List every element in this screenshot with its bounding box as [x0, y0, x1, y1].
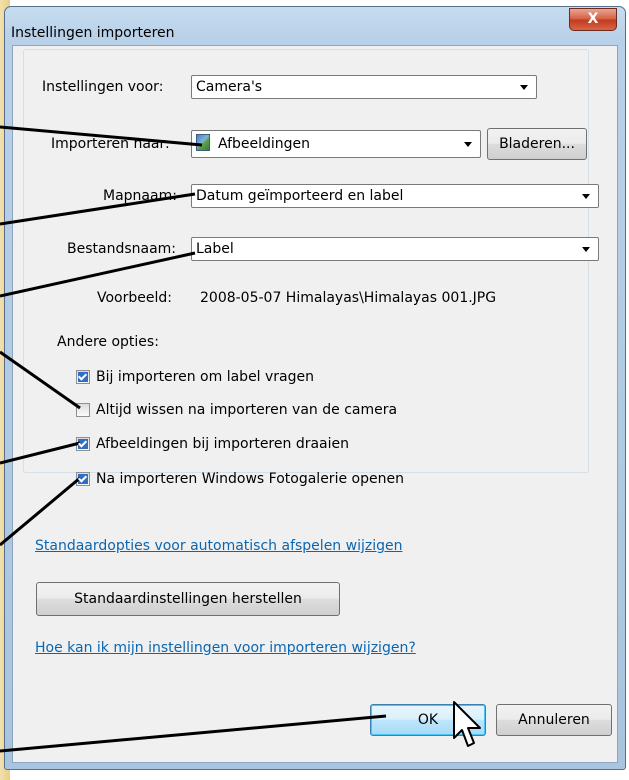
browse-button[interactable]: Bladeren...	[487, 128, 587, 160]
pictures-folder-icon	[196, 134, 210, 151]
folder-name-label: Mapnaam:	[103, 188, 177, 204]
example-value: 2008-05-07 Himalayas\Himalayas 001.JPG	[200, 290, 497, 306]
checkbox[interactable]	[76, 403, 90, 417]
checkbox[interactable]	[76, 437, 90, 451]
settings-for-value: Camera's	[196, 79, 263, 95]
checkbox-label: Altijd wissen na importeren van de camer…	[96, 402, 398, 418]
close-button[interactable]: X	[569, 8, 617, 31]
checkbox[interactable]	[76, 472, 90, 486]
mouse-pointer-icon	[453, 701, 481, 747]
title-bar[interactable]: Instellingen importeren X	[5, 7, 625, 45]
file-name-label: Bestandsnaam:	[67, 241, 177, 257]
checkbox-label: Na importeren Windows Fotogalerie openen	[96, 471, 404, 487]
settings-for-label: Instellingen voor:	[40, 79, 166, 95]
example-label: Voorbeeld:	[97, 290, 172, 306]
close-icon: X	[587, 11, 599, 27]
autoplay-defaults-link[interactable]: Standaardopties voor automatisch afspele…	[35, 538, 402, 554]
cancel-button[interactable]: Annuleren	[496, 704, 612, 736]
checkbox-label: Bij importeren om label vragen	[96, 369, 315, 385]
import-to-dropdown[interactable]: Afbeeldingen	[191, 130, 481, 158]
checkbox-label: Afbeeldingen bij importeren draaien	[96, 436, 349, 452]
chevron-down-icon	[582, 247, 590, 252]
restore-defaults-button[interactable]: Standaardinstellingen herstellen	[36, 582, 340, 616]
chevron-down-icon	[464, 142, 472, 147]
import-to-value: Afbeeldingen	[218, 136, 311, 152]
folder-name-dropdown[interactable]: Datum geïmporteerd en label	[191, 184, 599, 208]
checkbox[interactable]	[76, 370, 90, 384]
chevron-down-icon	[520, 85, 528, 90]
file-name-dropdown[interactable]: Label	[191, 237, 599, 261]
file-name-value: Label	[196, 241, 234, 257]
help-link[interactable]: Hoe kan ik mijn instellingen voor import…	[35, 640, 416, 656]
chevron-down-icon	[582, 194, 590, 199]
other-options-heading: Andere opties:	[57, 334, 159, 350]
folder-name-value: Datum geïmporteerd en label	[196, 188, 404, 204]
import-to-label: Importeren naar:	[51, 136, 170, 152]
window-title: Instellingen importeren	[11, 25, 175, 41]
settings-for-dropdown[interactable]: Camera's	[191, 75, 537, 99]
